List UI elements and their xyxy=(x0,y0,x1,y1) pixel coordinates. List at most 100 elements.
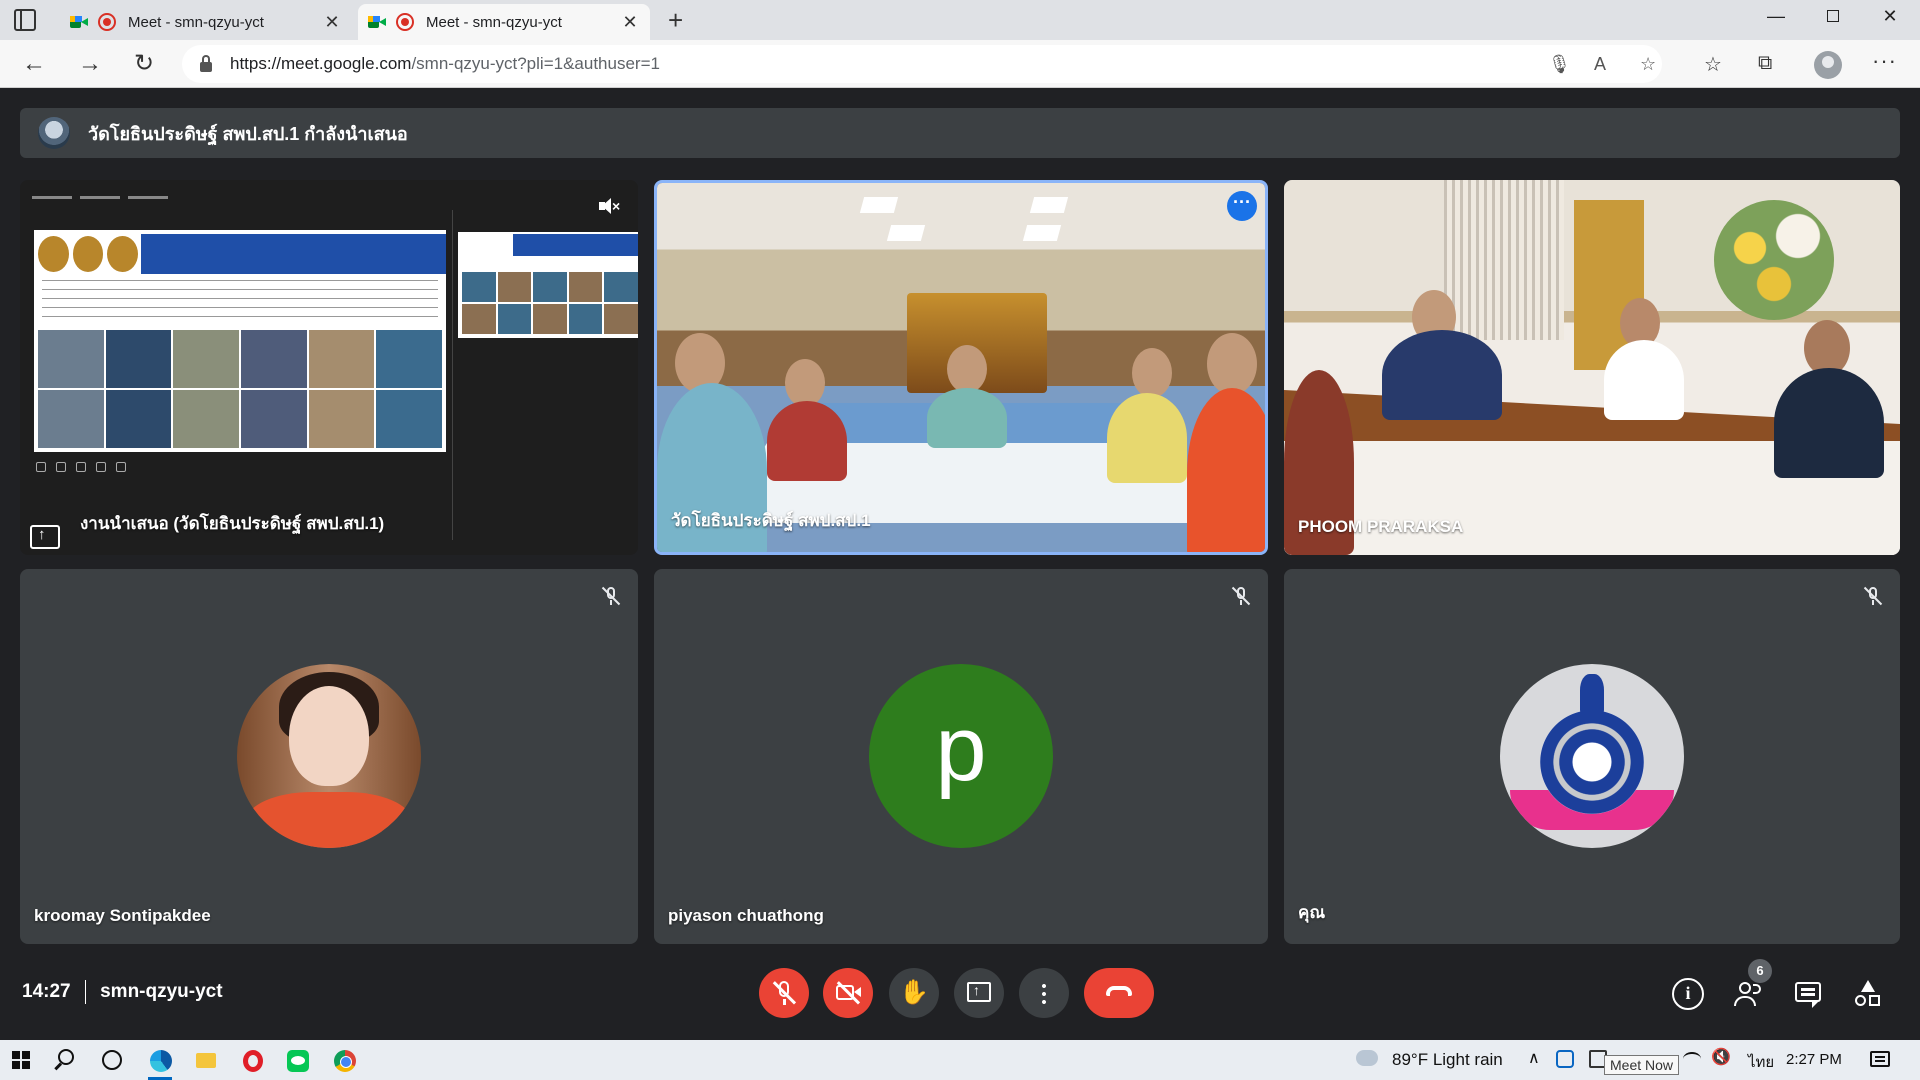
browser-tab-strip: Meet - smn-qzyu-yct ✕ Meet - smn-qzyu-yc… xyxy=(0,0,1920,40)
meeting-details: 14:27 smn-qzyu-yct xyxy=(22,980,223,1004)
minimize-window-button[interactable]: — xyxy=(1756,6,1796,27)
participant-name: piyason chuathong xyxy=(668,906,824,925)
people-icon xyxy=(1739,982,1751,994)
system-clock[interactable]: 2:27 PM xyxy=(1786,1051,1842,1068)
windows-taskbar: 89°F Light rain ∧ Meet Now 🔇 ไทย 2:27 PM xyxy=(0,1040,1920,1080)
browser-tab-1[interactable]: Meet - smn-qzyu-yct ✕ xyxy=(60,4,352,40)
google-meet-icon xyxy=(368,14,388,30)
more-options-icon[interactable]: ··· xyxy=(1872,48,1897,74)
maximize-icon xyxy=(1827,10,1839,22)
input-language-indicator[interactable]: ไทย xyxy=(1748,1050,1774,1074)
meeting-time: 14:27 xyxy=(22,981,71,1002)
close-window-button[interactable]: ✕ xyxy=(1870,6,1910,27)
avatar: p xyxy=(869,664,1053,848)
participant-name: kroomay Sontipakdee xyxy=(34,906,211,925)
tab-title: Meet - smn-qzyu-yct xyxy=(128,13,264,31)
participant-tile[interactable]: p piyason chuathong xyxy=(654,569,1268,944)
participant-count-badge: 6 xyxy=(1748,959,1772,983)
add-favorite-icon[interactable]: ☆ xyxy=(1640,54,1656,75)
back-button[interactable]: ← xyxy=(18,48,50,80)
slide-logos xyxy=(38,236,139,272)
slide-photo-grid xyxy=(38,330,442,448)
presentation-slide xyxy=(34,230,446,452)
participant-name: งานนำเสนอ (วัดโยธินประดิษฐ์ สพป.สป.1) xyxy=(80,514,385,533)
video-feed xyxy=(1284,180,1900,555)
tab-title: Meet - smn-qzyu-yct xyxy=(426,13,562,31)
presenting-text: วัดโยธินประดิษฐ์ สพป.สป.1 กำลังนำเสนอ xyxy=(88,123,408,144)
presentation-toolbar xyxy=(32,194,632,202)
volume-muted-icon[interactable]: 🔇 xyxy=(1711,1048,1731,1066)
close-tab-icon[interactable]: ✕ xyxy=(322,12,342,33)
raise-hand-button[interactable]: ✋ xyxy=(889,968,939,1018)
chat-button[interactable] xyxy=(1792,978,1824,1010)
windows-start-icon[interactable] xyxy=(12,1051,30,1069)
more-vert-icon xyxy=(1042,982,1046,1004)
mic-off-icon xyxy=(1230,585,1252,607)
activities-button[interactable] xyxy=(1852,978,1884,1010)
favorites-icon[interactable]: ☆ xyxy=(1704,52,1722,77)
tab-actions-icon[interactable] xyxy=(14,9,36,31)
address-bar[interactable]: https://meet.google.com/smn-qzyu-yct?pli… xyxy=(182,45,1662,83)
mic-off-icon xyxy=(1862,585,1884,607)
weather-widget[interactable]: 89°F Light rain xyxy=(1392,1050,1503,1070)
slide-text-lines xyxy=(42,280,438,320)
profile-avatar[interactable] xyxy=(1814,51,1842,79)
line-app-icon[interactable] xyxy=(280,1044,316,1080)
recording-icon xyxy=(396,13,414,31)
url-host: https://meet.google.com xyxy=(230,54,412,73)
show-hidden-icons-icon[interactable]: ∧ xyxy=(1528,1048,1540,1068)
google-meet-icon xyxy=(70,14,90,30)
lock-icon[interactable] xyxy=(200,55,212,72)
meet-now-tooltip: Meet Now xyxy=(1604,1055,1680,1075)
present-now-button[interactable] xyxy=(954,968,1004,1018)
chrome-icon[interactable] xyxy=(326,1044,362,1080)
presentation-tile[interactable]: × งานนำเสนอ (วัดโยธินประดิษฐ์ สพป.สป.1) xyxy=(20,180,638,555)
meeting-code: smn-qzyu-yct xyxy=(100,981,223,1002)
participant-name: PHOOM PRARAKSA xyxy=(1298,517,1464,536)
microphone-icon[interactable]: 🎙 xyxy=(1548,54,1571,75)
participant-tile-active-speaker[interactable]: ··· วัดโยธินประดิษฐ์ สพป.สป.1 xyxy=(654,180,1268,555)
browser-toolbar: ← → ↻ https://meet.google.com/smn-qzyu-y… xyxy=(0,40,1920,88)
url-text: https://meet.google.com/smn-qzyu-yct?pli… xyxy=(230,54,660,74)
url-path: /smn-qzyu-yct?pli=1&authuser=1 xyxy=(411,54,660,73)
camera-toggle-button[interactable] xyxy=(823,968,873,1018)
participant-tile-self[interactable]: คุณ xyxy=(1284,569,1900,944)
cortana-icon[interactable] xyxy=(102,1050,122,1070)
divider xyxy=(84,980,87,1004)
browser-tab-2[interactable]: Meet - smn-qzyu-yct ✕ xyxy=(358,4,650,40)
maximize-window-button[interactable] xyxy=(1813,6,1853,27)
reload-button[interactable]: ↻ xyxy=(128,48,160,80)
microphone-toggle-button[interactable] xyxy=(759,968,809,1018)
mic-off-icon xyxy=(600,585,622,607)
notifications-icon[interactable] xyxy=(1870,1051,1890,1067)
wifi-icon[interactable] xyxy=(1683,1052,1701,1066)
participant-name: วัดโยธินประดิษฐ์ สพป.สป.1 xyxy=(671,511,871,530)
close-tab-icon[interactable]: ✕ xyxy=(620,12,640,33)
presenter-view-divider xyxy=(452,210,453,540)
tray-app-icon[interactable] xyxy=(1556,1050,1574,1068)
recording-icon xyxy=(98,13,116,31)
search-icon[interactable] xyxy=(58,1049,74,1065)
avatar xyxy=(237,664,421,848)
read-aloud-icon[interactable]: A xyxy=(1594,54,1606,75)
new-tab-button[interactable]: + xyxy=(668,4,683,36)
presenting-banner: วัดโยธินประดิษฐ์ สพป.สป.1 กำลังนำเสนอ xyxy=(20,108,1900,158)
presenter-avatar xyxy=(38,117,70,149)
next-slide-thumbnail xyxy=(458,232,638,338)
video-feed xyxy=(657,183,1265,552)
activities-icon xyxy=(1861,980,1875,992)
participant-tile[interactable]: kroomay Sontipakdee xyxy=(20,569,638,944)
more-options-button[interactable] xyxy=(1019,968,1069,1018)
present-icon xyxy=(967,982,991,1002)
collections-icon[interactable]: ⧉ xyxy=(1758,52,1772,75)
meeting-details-button[interactable]: i xyxy=(1672,978,1704,1010)
forward-button[interactable]: → xyxy=(74,48,106,80)
school-logo-avatar xyxy=(1500,664,1684,848)
weather-icon[interactable] xyxy=(1356,1050,1378,1066)
opera-icon[interactable] xyxy=(234,1044,270,1080)
edge-taskbar-icon[interactable] xyxy=(142,1044,178,1080)
leave-call-button[interactable] xyxy=(1084,968,1154,1018)
more-options-icon[interactable]: ··· xyxy=(1227,191,1257,221)
participant-tile[interactable]: PHOOM PRARAKSA xyxy=(1284,180,1900,555)
file-explorer-icon[interactable] xyxy=(188,1044,224,1080)
